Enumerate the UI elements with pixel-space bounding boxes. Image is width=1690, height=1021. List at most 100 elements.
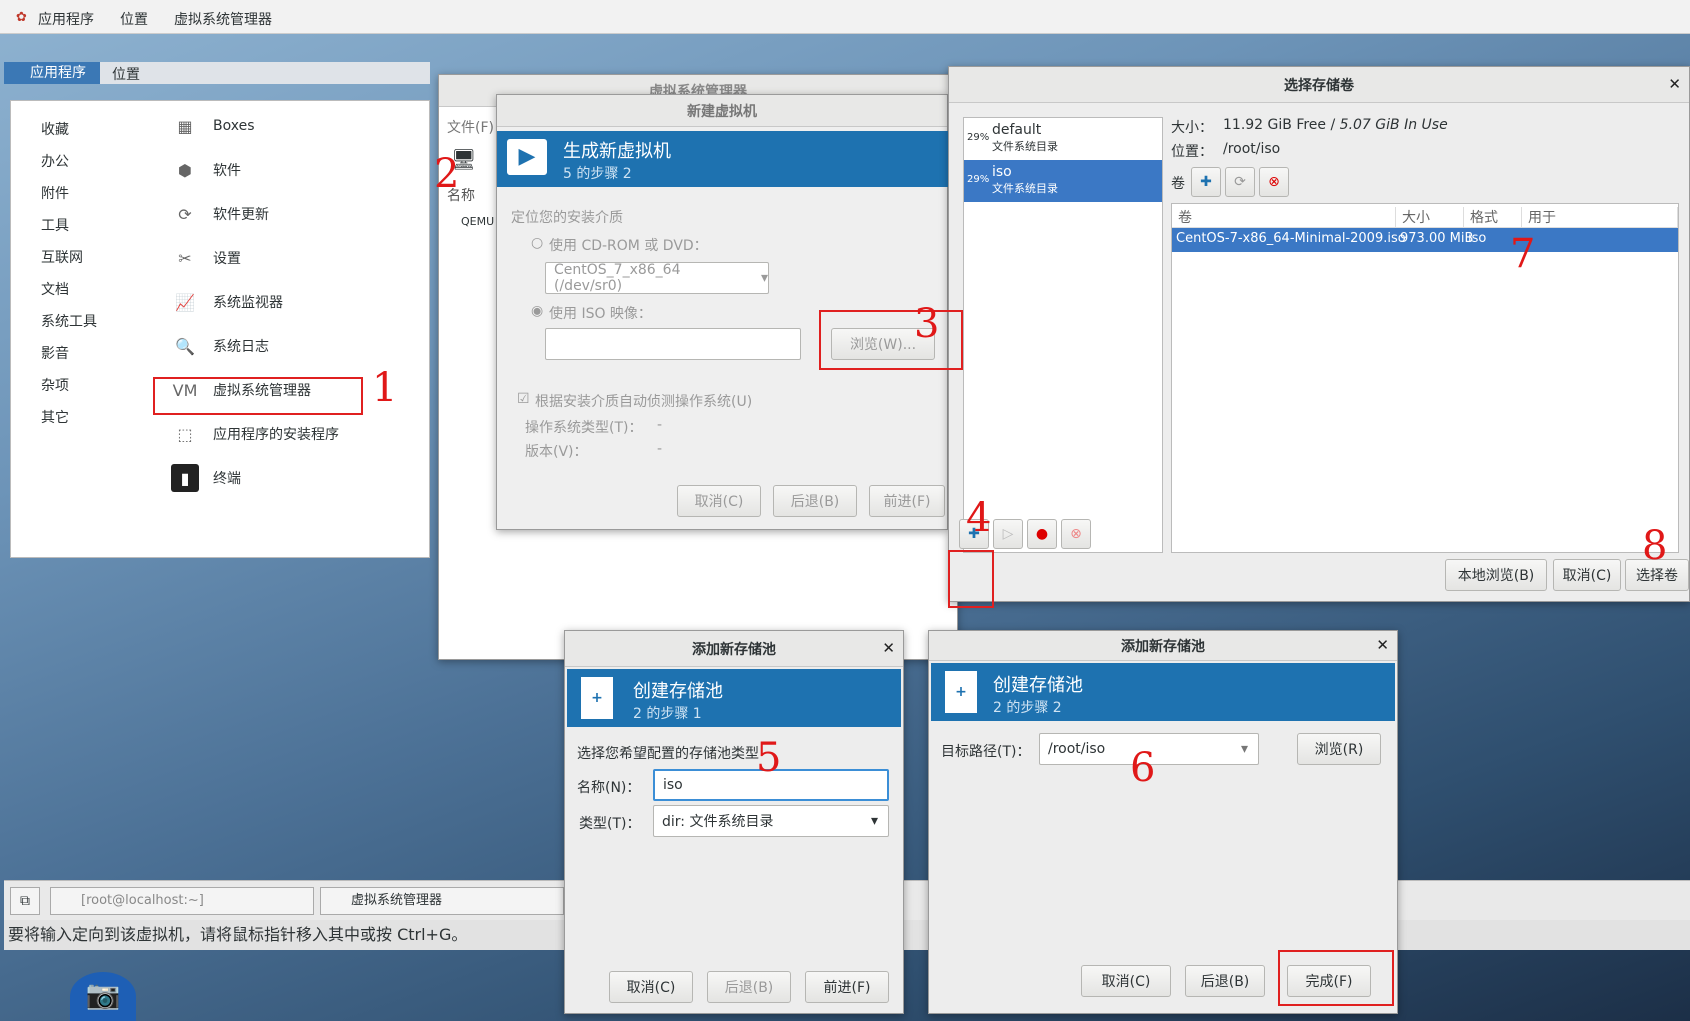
chevron-down-icon: ▾ (870, 813, 878, 829)
iso-path-input[interactable] (545, 328, 801, 360)
delete-icon: ⊗ (1070, 526, 1082, 542)
location-value: /root/iso (1223, 141, 1281, 157)
pool2-heading: 创建存储池 (993, 675, 1083, 696)
use-cdrom-label: 使用 CD-ROM 或 DVD： (549, 238, 708, 254)
close-icon[interactable]: ✕ (1376, 636, 1389, 654)
category-item[interactable]: 收藏 (41, 119, 69, 139)
annotation-2: 2 (434, 151, 460, 197)
pool2-title: 添加新存储池 (929, 631, 1397, 661)
app-item[interactable]: ⬢ 软件 (171, 156, 241, 184)
app-item[interactable]: ✂ 设置 (171, 244, 241, 272)
show-desktop-button[interactable]: ⧉ (10, 887, 40, 915)
places-menu[interactable]: 位置 (120, 9, 148, 29)
auto-detect-checkbox[interactable]: ☑ (517, 391, 530, 407)
add-pool-dialog-1: 添加新存储池 ✕ + 创建存储池 2 的步骤 1 选择您希望配置的存储池类型 名… (564, 630, 904, 1014)
pool2-banner: + 创建存储池 2 的步骤 2 (931, 663, 1395, 721)
category-item[interactable]: 系统工具 (41, 311, 97, 331)
app-item[interactable]: ▮ 终端 (171, 464, 241, 492)
pool1-name-label: 名称(N)： (577, 780, 641, 796)
category-item[interactable]: 杂项 (41, 375, 69, 395)
pool-type-select[interactable]: dir: 文件系统目录 ▾ (653, 805, 889, 837)
version-value: - (657, 441, 663, 457)
pool1-back-button[interactable]: 后退(B) (707, 971, 791, 1003)
add-volume-button[interactable]: ✚ (1191, 167, 1221, 197)
pool-item[interactable]: 29% default 文件系统目录 (964, 118, 1162, 160)
task-terminal[interactable]: [root@localhost:~] (50, 887, 314, 915)
volume-table: 卷大小 格式 用于 CentOS-7-x86_64-Minimal-2009.iso… (1171, 203, 1679, 553)
pool1-cancel-button[interactable]: 取消(C) (609, 971, 693, 1003)
pool1-title: 添加新存储池 (565, 631, 903, 667)
pool-list: 29% default 文件系统目录 29% iso 文件系统目录 (963, 117, 1163, 553)
use-iso-label: 使用 ISO 映像： (549, 306, 652, 322)
pool2-back-button[interactable]: 后退(B) (1185, 965, 1265, 997)
screenshot-app-icon[interactable]: 📷 (70, 972, 136, 1021)
app-item[interactable]: 📈 系统监视器 (171, 288, 283, 316)
category-item[interactable]: 附件 (41, 183, 69, 203)
app-item[interactable]: ⟳ 软件更新 (171, 200, 269, 228)
close-icon[interactable]: ✕ (1668, 75, 1681, 93)
stop-pool-button[interactable]: ● (1027, 519, 1057, 549)
pool-item[interactable]: 29% iso 文件系统目录 (964, 160, 1162, 202)
app-item[interactable]: ⬚ 应用程序的安装程序 (171, 420, 339, 448)
pool1-step: 2 的步骤 1 (633, 706, 702, 722)
local-browse-button[interactable]: 本地浏览(B) (1445, 559, 1547, 591)
app-item[interactable]: 🔍 系统日志 (171, 332, 269, 360)
vmm-menu[interactable]: 虚拟系统管理器 (174, 9, 272, 29)
category-item[interactable]: 其它 (41, 407, 69, 427)
radio-cdrom[interactable]: ○ (531, 235, 543, 251)
software-icon: ⬢ (178, 160, 192, 180)
category-item[interactable]: 工具 (41, 215, 69, 235)
refresh-volume-button[interactable]: ⟳ (1225, 167, 1255, 197)
delete-pool-button[interactable]: ⊗ (1061, 519, 1091, 549)
category-item[interactable]: 互联网 (41, 247, 83, 267)
new-vm-cancel-button[interactable]: 取消(C) (677, 485, 761, 517)
size-label: 大小： (1171, 120, 1213, 136)
delete-icon: ⊗ (1268, 174, 1280, 190)
search-icon: 🔍 (175, 336, 195, 356)
radio-iso[interactable]: ◉ (531, 303, 543, 319)
task-vmm[interactable]: 虚拟系统管理器 (320, 887, 564, 915)
pool1-forward-button[interactable]: 前进(F) (805, 971, 889, 1003)
apps-menu-icon[interactable]: ✿ (16, 10, 27, 25)
category-item[interactable]: 文档 (41, 279, 69, 299)
new-vm-back-button[interactable]: 后退(B) (773, 485, 857, 517)
cdrom-select[interactable]: CentOS_7_x86_64 (/dev/sr0) ▾ (545, 262, 769, 294)
pool2-cancel-button[interactable]: 取消(C) (1081, 965, 1171, 997)
app-label: 终端 (213, 471, 241, 487)
start-pool-button[interactable]: ▷ (993, 519, 1023, 549)
target-browse-button[interactable]: 浏览(R) (1297, 733, 1381, 765)
row-qemu[interactable]: QEMU (461, 215, 494, 228)
category-item[interactable]: 影音 (41, 343, 69, 363)
app-item[interactable]: ▦ Boxes (171, 112, 254, 140)
annotation-1: 1 (372, 365, 398, 411)
volume-cell-name: CentOS-7-x86_64-Minimal-2009.iso (1176, 231, 1406, 246)
column-header[interactable]: 卷 (1172, 207, 1396, 227)
pool-name: iso (992, 164, 1012, 180)
volume-row[interactable]: CentOS-7-x86_64-Minimal-2009.iso 973.00 M… (1172, 228, 1678, 252)
new-vm-forward-button[interactable]: 前进(F) (869, 485, 945, 517)
category-item[interactable]: 办公 (41, 151, 69, 171)
column-header[interactable]: 格式 (1464, 207, 1522, 227)
pool1-banner: + 创建存储池 2 的步骤 1 (567, 669, 901, 727)
size-free: 11.92 GiB Free (1223, 117, 1327, 133)
installer-icon: ⬚ (177, 424, 193, 444)
volume-cell-size: 973.00 MiB (1400, 231, 1474, 246)
pool1-heading: 创建存储池 (633, 681, 723, 702)
annotation-6: 6 (1130, 745, 1156, 791)
annotation-box-3 (819, 310, 963, 370)
tab-apps[interactable]: 应用程序 (4, 62, 100, 84)
storage-cancel-button[interactable]: 取消(C) (1553, 559, 1621, 591)
close-icon[interactable]: ✕ (882, 639, 895, 657)
apps-menu[interactable]: 应用程序 (38, 9, 94, 29)
column-header[interactable]: 大小 (1396, 207, 1464, 227)
column-header[interactable]: 用于 (1522, 207, 1678, 227)
annotation-box-1 (153, 377, 363, 415)
pool-usage: 29% (967, 132, 990, 143)
menu-file[interactable]: 文件(F) (447, 117, 494, 137)
pool-type: 文件系统目录 (992, 140, 1058, 153)
delete-volume-button[interactable]: ⊗ (1259, 167, 1289, 197)
tab-places[interactable]: 位置 (112, 64, 140, 84)
annotation-box-finish (1278, 950, 1394, 1006)
update-icon: ⟳ (178, 204, 192, 224)
app-label: 系统监视器 (213, 295, 283, 311)
